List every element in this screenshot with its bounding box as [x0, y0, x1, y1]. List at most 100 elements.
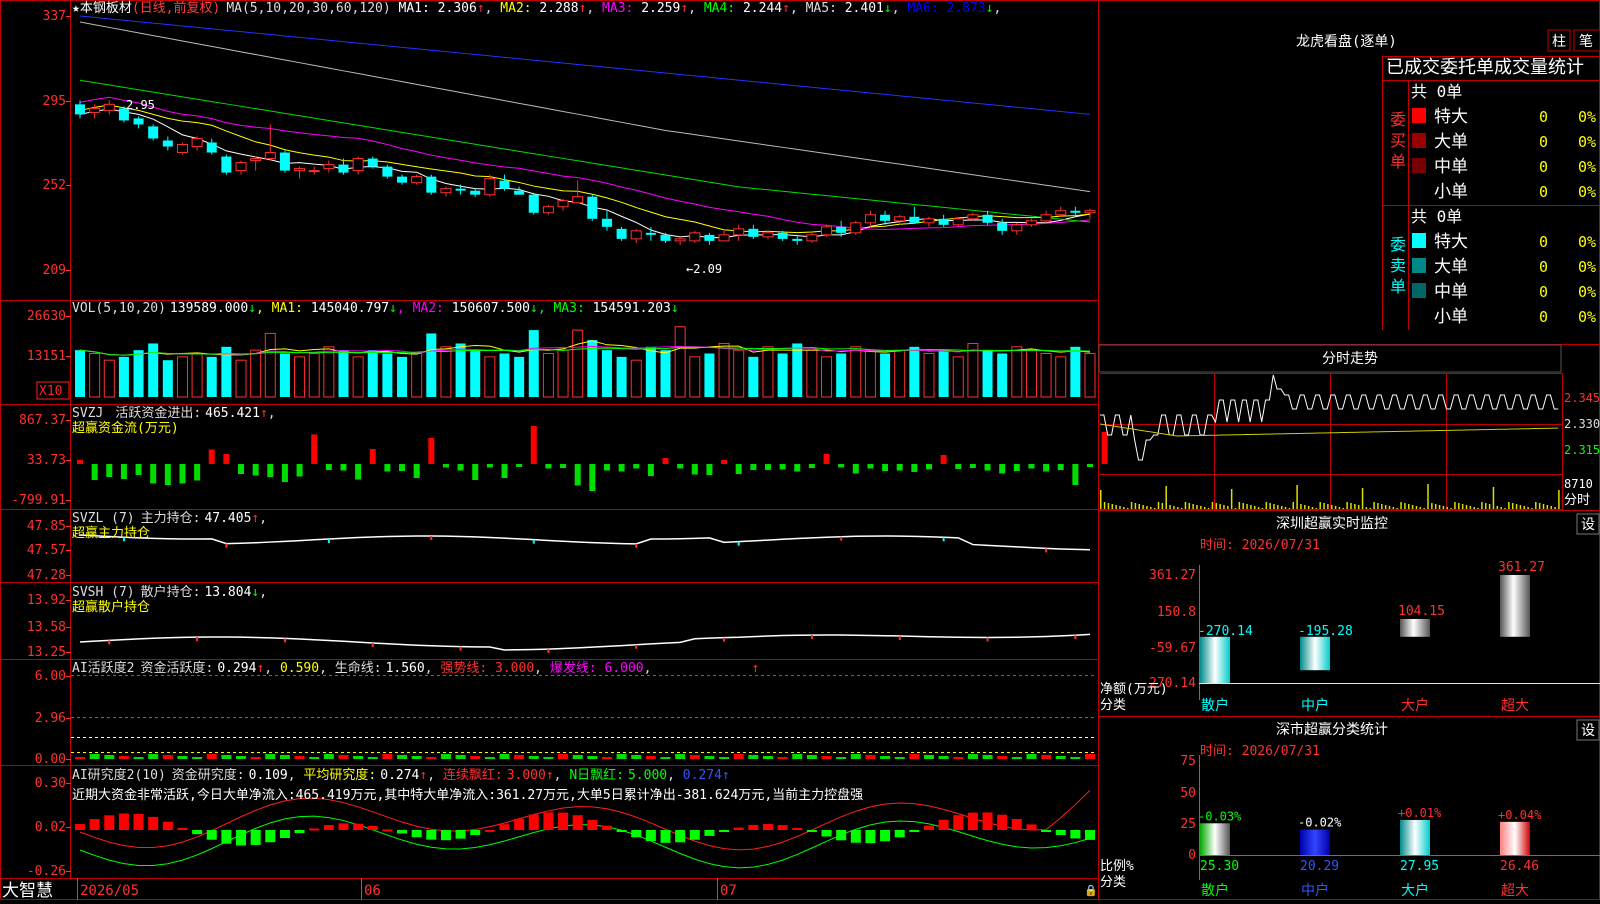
- order-color-swatch: [1412, 133, 1426, 148]
- activity-bar: [236, 756, 247, 759]
- volume-value: 139589.000: [170, 301, 248, 316]
- intraday-volume-bar: [1554, 507, 1556, 509]
- buy-rows: 特大 0 0% 大单 0 0% 中单 0 0% 小单 0 0%: [1412, 107, 1596, 202]
- candle-body: [645, 232, 656, 235]
- monitor-time: 时间: 2026/07/31: [1200, 538, 1320, 553]
- candle-body: [836, 226, 847, 233]
- classify-settings-label[interactable]: 设: [1581, 723, 1595, 739]
- intraday-volume-bar: [1373, 502, 1375, 509]
- monitor-y-tick: -59.67: [1149, 641, 1196, 656]
- intraday-volume-bar: [1327, 504, 1329, 509]
- volume-bar: [1025, 349, 1037, 398]
- research-bar: [880, 830, 891, 842]
- activity-label: 资金活跃度:: [140, 660, 213, 676]
- intraday-vol-tick: 8710: [1564, 477, 1593, 491]
- volume-bar: [308, 353, 320, 398]
- sell-side-label-2: 卖: [1390, 256, 1406, 275]
- classify-category: 散户: [1201, 882, 1229, 899]
- activity-bar: [836, 757, 847, 759]
- candle-body: [133, 118, 144, 125]
- svzj-bar: [589, 464, 596, 491]
- svzj-bar: [208, 449, 215, 464]
- research-bar: [733, 827, 744, 830]
- intraday-volume-bar: [1292, 502, 1294, 509]
- activity-bar: [353, 756, 364, 759]
- activity-bar: [1085, 754, 1095, 759]
- svzj-subtitle: 超赢资金流(万元): [72, 420, 179, 436]
- ma-lines: [79, 15, 1091, 239]
- activity-bar: [294, 756, 305, 759]
- svzj-value: 465.421: [205, 406, 260, 421]
- intraday-volume-bar: [1369, 508, 1371, 509]
- candle-body: [455, 188, 466, 191]
- arrow-up-icon: ↑: [477, 1, 485, 16]
- intraday-volume-bar: [1469, 506, 1472, 509]
- svzj-bar: [223, 454, 230, 464]
- intraday-volume-bar: [1504, 508, 1506, 509]
- research-bar: [821, 830, 832, 837]
- intraday-volume-bar: [1119, 506, 1121, 509]
- activity-bar: [455, 755, 466, 759]
- candle-body: [338, 164, 349, 173]
- svzj-bar: [633, 464, 640, 469]
- volume-bar: [821, 356, 833, 398]
- research-label: 资金研究度:: [172, 767, 245, 783]
- tab-bar-style-label[interactable]: 柱: [1552, 34, 1566, 50]
- classify-bar: [1300, 829, 1330, 855]
- intraday-volume-bar: [1531, 508, 1533, 509]
- intraday-volume-bar: [1234, 508, 1237, 509]
- research-bar: [279, 830, 290, 838]
- intraday-volume-bar: [1500, 507, 1502, 509]
- ma3-line: [79, 96, 1091, 230]
- intraday-volume-bar: [1361, 488, 1364, 509]
- activity-bar: [250, 757, 261, 759]
- intraday-volume-bar: [1338, 507, 1341, 509]
- intraday-volume-bar: [1250, 505, 1252, 509]
- svzj-bar: [867, 464, 874, 469]
- ma6-line: [79, 15, 1091, 115]
- classify-bar: [1400, 819, 1430, 855]
- intraday-volume-bar: [1288, 508, 1291, 509]
- svzj-bar: [618, 464, 625, 472]
- arrow-up-icon: ↑: [680, 1, 688, 16]
- candle-body: [762, 232, 774, 238]
- candle-body: [264, 152, 276, 160]
- activity-bar: [572, 755, 583, 759]
- svsh-marker: [196, 637, 199, 642]
- sell-side-label-1: 委: [1390, 235, 1406, 254]
- candle-body: [411, 176, 423, 184]
- intraday-volume-bar: [1103, 502, 1106, 509]
- lock-icon[interactable]: 🔒: [1084, 884, 1098, 897]
- candle-body: [367, 158, 378, 167]
- intraday-volume-bar: [1223, 505, 1225, 509]
- order-row-count: 0: [1539, 308, 1548, 326]
- ai-research-legend: AI研究度2(10) 资金研究度: 0.109, 平均研究度: 0.274↑, 连续飘…: [72, 767, 730, 783]
- chart-mode[interactable]: (日线,前复权): [132, 0, 220, 16]
- intraday-volume-bar: [1307, 506, 1310, 509]
- activity-bar: [645, 756, 656, 759]
- volume-bar: [103, 359, 115, 398]
- activity-bar: [426, 757, 437, 759]
- svzj-bar: [779, 464, 786, 470]
- tab-stroke-style-label[interactable]: 笔: [1579, 34, 1593, 50]
- research-bar: [938, 819, 949, 830]
- date-tick-label: 2026/05: [80, 883, 139, 899]
- volume-bar: [235, 359, 247, 398]
- svsh-marker: [723, 637, 726, 642]
- order-color-swatch: [1412, 283, 1426, 298]
- activity-bar: [338, 755, 349, 759]
- ma-legend-value: 2.873: [939, 1, 986, 16]
- monitor-settings-label[interactable]: 设: [1581, 517, 1595, 533]
- activity-bar: [279, 755, 290, 759]
- stock-name[interactable]: 本钢板材: [80, 1, 132, 16]
- intraday-volume-bar: [1153, 508, 1156, 509]
- svzl-marker: [635, 543, 638, 548]
- volume-ma-label: , MA2:: [397, 301, 444, 316]
- intraday-tick-low: 2.315: [1564, 443, 1600, 457]
- order-row-name: 特大: [1434, 107, 1468, 127]
- ai-activity-bars: [75, 754, 1095, 759]
- candle-body: [572, 196, 584, 204]
- intraday-volume-bar: [1408, 504, 1410, 509]
- separator: ,: [485, 1, 493, 16]
- intraday-volume-bar: [1354, 504, 1356, 509]
